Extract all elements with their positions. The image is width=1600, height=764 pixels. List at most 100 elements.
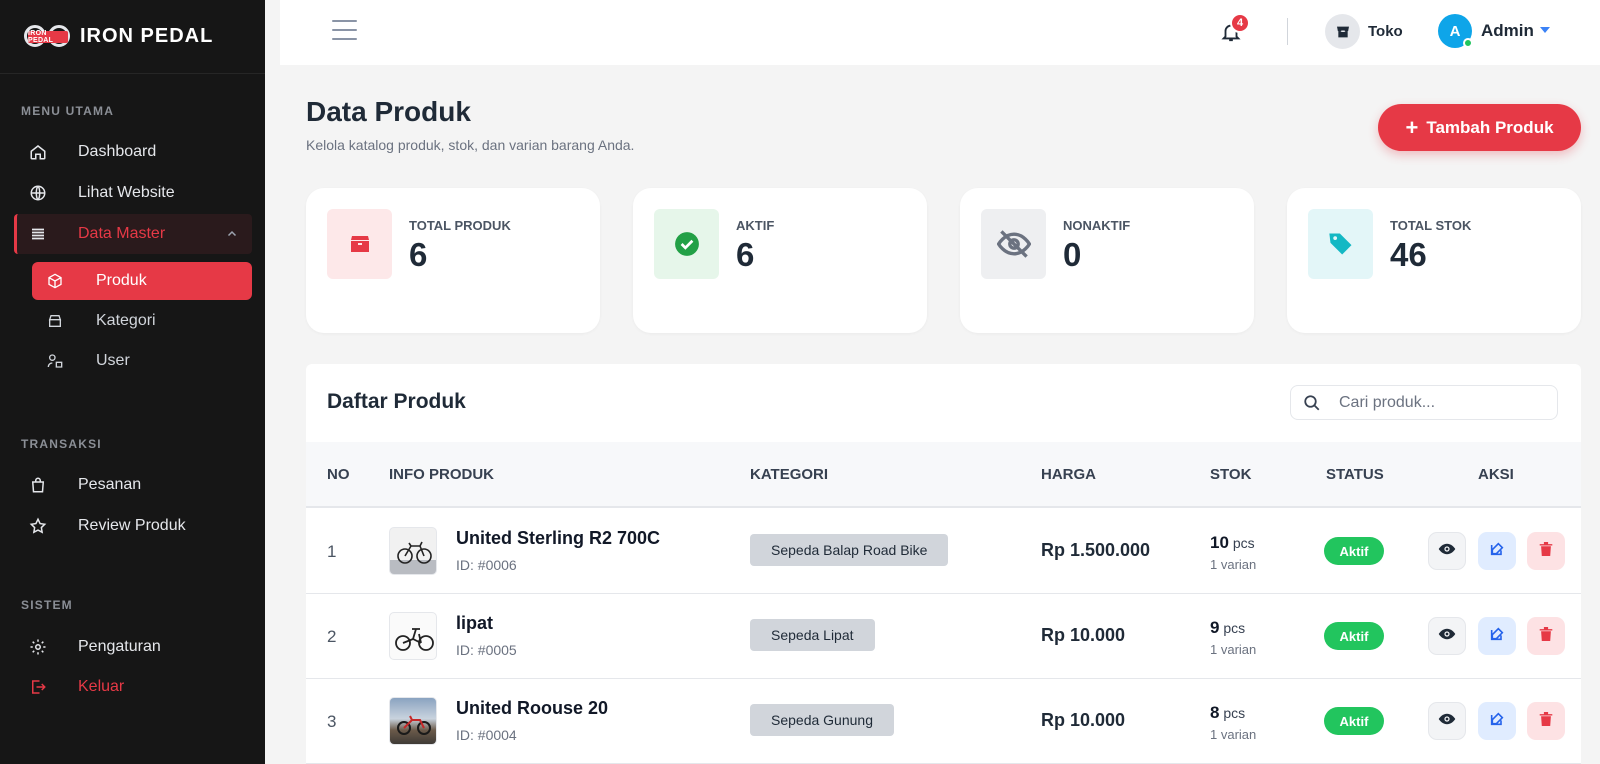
sidebar-item-user[interactable]: User <box>32 342 252 380</box>
delete-button[interactable] <box>1527 617 1565 655</box>
table-row: 2 lipat ID: #0005 Sepeda Lipat Rp 10.000… <box>306 594 1581 679</box>
edit-icon <box>1489 626 1505 647</box>
divider <box>1287 18 1288 45</box>
sidebar-item-website[interactable]: Lihat Website <box>14 173 252 213</box>
sidebar-item-label: Lihat Website <box>78 184 175 201</box>
variant-count: 1 varian <box>1210 557 1257 572</box>
product-table-card: Daftar Produk NO INFO PRODUK KATEGORI HA… <box>306 364 1581 764</box>
search-icon <box>1303 394 1321 412</box>
hamburger-menu-icon[interactable] <box>332 20 357 47</box>
product-id: ID: #0004 <box>456 727 517 743</box>
sidebar-item-data-master[interactable]: Data Master <box>14 214 252 254</box>
view-button[interactable] <box>1428 617 1466 655</box>
sidebar-item-label: Pengaturan <box>78 638 161 655</box>
store-label: Toko <box>1368 23 1403 40</box>
search-input[interactable] <box>1339 393 1539 412</box>
search-box[interactable] <box>1290 385 1558 420</box>
product-name[interactable]: United Roouse 20 <box>456 698 608 719</box>
column-header: HARGA <box>1041 466 1096 483</box>
column-header: STATUS <box>1326 466 1384 483</box>
price: Rp 10.000 <box>1041 710 1126 730</box>
add-product-button[interactable]: + Tambah Produk <box>1378 104 1581 151</box>
sidebar-item-dashboard[interactable]: Dashboard <box>14 132 252 172</box>
box-icon <box>327 209 392 279</box>
table-title: Daftar Produk <box>327 390 466 413</box>
sidebar: IRON PEDAL IRON PEDAL MENU UTAMA Dashboa… <box>0 0 265 764</box>
edit-icon <box>1489 541 1505 562</box>
tags-icon <box>1308 209 1373 279</box>
globe-icon <box>28 183 48 203</box>
delete-button[interactable] <box>1527 702 1565 740</box>
product-name[interactable]: United Sterling R2 700C <box>456 528 660 549</box>
sidebar-item-keluar[interactable]: Keluar <box>14 667 252 707</box>
plus-icon: + <box>1405 114 1419 140</box>
online-status-dot <box>1463 38 1473 48</box>
list-icon <box>28 224 48 244</box>
sidebar-item-produk[interactable]: Produk <box>32 262 252 300</box>
sidebar-item-label: Pesanan <box>78 476 142 493</box>
sidebar-item-label: Kategori <box>96 312 156 329</box>
layers-icon <box>46 313 64 329</box>
caret-down-icon <box>1539 22 1550 40</box>
edit-button[interactable] <box>1478 702 1516 740</box>
price: Rp 1.500.000 <box>1041 540 1151 560</box>
home-icon <box>28 142 48 162</box>
sidebar-item-label: Review Produk <box>78 517 186 534</box>
section-label-main: MENU UTAMA <box>21 104 115 118</box>
edit-button[interactable] <box>1478 617 1516 655</box>
table-row: 3 United Roouse 20 ID: #0004 Sepeda Gunu… <box>306 679 1581 764</box>
delete-button[interactable] <box>1527 532 1565 570</box>
page-subtitle: Kelola katalog produk, stok, dan varian … <box>306 137 635 153</box>
edit-button[interactable] <box>1478 532 1516 570</box>
column-header: AKSI <box>1478 466 1514 483</box>
trash-icon <box>1539 711 1553 732</box>
status-badge: Aktif <box>1324 537 1384 565</box>
star-icon <box>28 516 48 536</box>
sidebar-item-pesanan[interactable]: Pesanan <box>14 465 252 505</box>
shopping-bag-icon <box>28 475 48 495</box>
avatar: A <box>1438 14 1473 48</box>
product-thumbnail <box>389 612 437 660</box>
sidebar-item-review[interactable]: Review Produk <box>14 506 252 546</box>
sidebar-item-label: Produk <box>96 272 147 289</box>
product-id: ID: #0005 <box>456 642 517 658</box>
stock-qty: 9 pcs <box>1210 618 1246 637</box>
store-link[interactable]: Toko <box>1325 14 1403 49</box>
variant-count: 1 varian <box>1210 727 1257 742</box>
column-header: NO <box>327 466 350 483</box>
stat-card-nonaktif: NONAKTIF 0 <box>960 188 1254 333</box>
brand-logo: IRON PEDAL <box>22 19 74 55</box>
column-header: KATEGORI <box>750 466 829 483</box>
eye-icon <box>1438 627 1456 646</box>
brand-name: IRON PEDAL <box>80 25 214 47</box>
sidebar-item-label: Data Master <box>78 225 166 242</box>
sidebar-item-pengaturan[interactable]: Pengaturan <box>14 627 252 667</box>
brand[interactable]: IRON PEDAL IRON PEDAL <box>0 0 265 74</box>
logout-icon <box>28 677 48 697</box>
section-label-sistem: SISTEM <box>21 598 73 612</box>
admin-dropdown[interactable]: A Admin <box>1438 14 1550 48</box>
sidebar-item-label: Dashboard <box>78 143 157 160</box>
trash-icon <box>1539 541 1553 562</box>
category-badge: Sepeda Balap Road Bike <box>750 534 949 566</box>
edit-icon <box>1489 711 1505 732</box>
eye-icon <box>1438 542 1456 561</box>
variant-count: 1 varian <box>1210 642 1257 657</box>
notification-badge: 4 <box>1230 13 1250 33</box>
view-button[interactable] <box>1428 702 1466 740</box>
stat-card-aktif: AKTIF 6 <box>633 188 927 333</box>
product-name[interactable]: lipat <box>456 613 493 634</box>
category-badge: Sepeda Gunung <box>750 704 894 736</box>
topbar: 4 Toko A Admin <box>280 0 1600 65</box>
price: Rp 10.000 <box>1041 625 1126 645</box>
sidebar-item-kategori[interactable]: Kategori <box>32 302 252 340</box>
product-thumbnail <box>389 697 437 745</box>
table-row: 1 United Sterling R2 700C ID: #0006 Sepe… <box>306 509 1581 594</box>
check-circle-icon <box>654 209 719 279</box>
eye-icon <box>1438 712 1456 731</box>
trash-icon <box>1539 626 1553 647</box>
status-badge: Aktif <box>1324 622 1384 650</box>
table-header: NO INFO PRODUK KATEGORI HARGA STOK STATU… <box>306 442 1581 508</box>
page-title: Data Produk <box>306 96 471 127</box>
view-button[interactable] <box>1428 532 1466 570</box>
